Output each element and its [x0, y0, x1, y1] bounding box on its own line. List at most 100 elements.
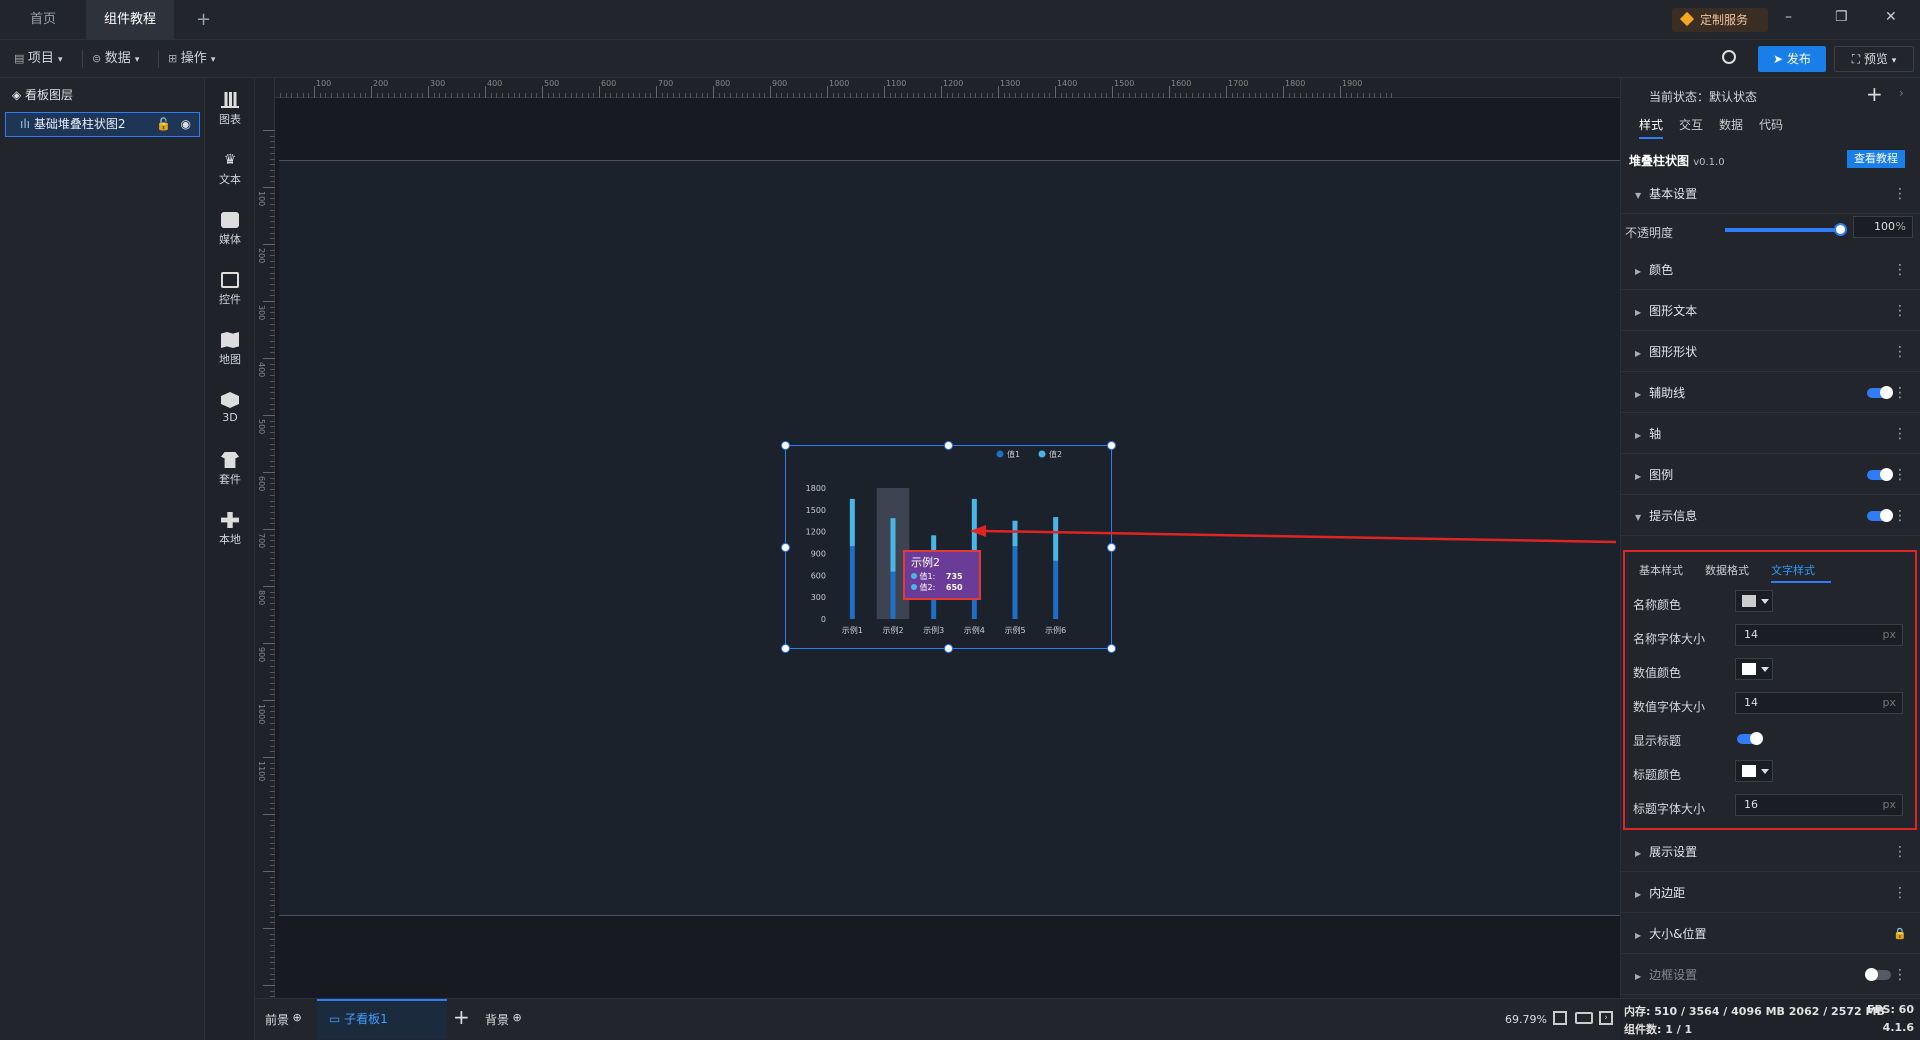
editor-canvas[interactable]: 100 200 300 400 500 600 700 800 900 1000 1100 1200 1… [255, 78, 1620, 998]
custom-service-button[interactable]: 定制服务 [1672, 8, 1768, 32]
ruler-minor-tick [838, 93, 840, 98]
add-circle-icon[interactable]: ⊕ [289, 1011, 302, 1024]
title-font-size-input[interactable]: 16 px [1735, 794, 1903, 816]
more-icon[interactable]: ⋮ [1893, 873, 1907, 913]
tab-home[interactable]: 首页 [12, 0, 74, 40]
more-icon[interactable]: ⋮ [1893, 373, 1907, 413]
more-icon[interactable]: ⋮ [1893, 455, 1907, 495]
tab-code[interactable]: 代码 [1759, 116, 1783, 133]
fit-screen-icon[interactable] [1553, 1011, 1567, 1025]
more-icon[interactable]: ⋮ [1893, 496, 1907, 536]
add-circle-icon[interactable]: ⊕ [509, 1011, 522, 1024]
search-icon[interactable] [1722, 50, 1736, 64]
tool-media[interactable]: 媒体 [205, 212, 255, 247]
zoom-level[interactable]: 69.79% [1505, 1013, 1547, 1026]
ruler-minor-tick [1163, 93, 1165, 98]
tab-style[interactable]: 样式 [1639, 116, 1664, 139]
value-color-picker[interactable] [1735, 658, 1773, 680]
tab-tutorial[interactable]: 组件教程 [86, 0, 174, 64]
eye-icon[interactable]: ◉ [181, 113, 191, 136]
section-shape[interactable]: ▶ 图形形状 ⋮ [1621, 332, 1920, 372]
control-icon [221, 272, 239, 288]
legend-toggle[interactable] [1867, 468, 1893, 481]
value-font-size-input[interactable]: 14 px [1735, 692, 1903, 714]
keyboard-icon[interactable] [1575, 1012, 1593, 1024]
resize-handle[interactable] [944, 441, 953, 450]
more-icon[interactable]: ⋮ [1893, 250, 1907, 290]
more-icon[interactable]: ⋮ [1893, 332, 1907, 372]
layer-item[interactable]: ılı 基础堆叠柱状图2 🔓 ◉ [5, 112, 200, 137]
subtab-text-style[interactable]: 文字样式 [1771, 562, 1831, 583]
tool-control[interactable]: 控件 [205, 272, 255, 307]
more-icon[interactable]: ⋮ [1893, 174, 1907, 214]
tab-data[interactable]: 数据 [1719, 116, 1743, 133]
terminal-icon[interactable]: › [1599, 1011, 1613, 1025]
resize-handle[interactable] [781, 644, 790, 653]
ruler-minor-tick [1362, 93, 1364, 98]
foreground-tab[interactable]: 前景 ⊕ [265, 1011, 302, 1028]
ruler-minor-tick [1157, 93, 1159, 98]
more-icon[interactable]: ⋮ [1893, 955, 1907, 995]
resize-handle[interactable] [781, 543, 790, 552]
name-font-size-input[interactable]: 14 px [1735, 624, 1903, 646]
close-icon[interactable]: ✕ [1885, 9, 1897, 25]
section-legend[interactable]: ▶ 图例 ⋮ [1621, 455, 1920, 495]
resize-handle[interactable] [1107, 441, 1116, 450]
more-icon[interactable]: ⋮ [1893, 832, 1907, 872]
resize-handle[interactable] [944, 644, 953, 653]
subtab-data-format[interactable]: 数据格式 [1705, 562, 1749, 578]
tool-suite[interactable]: 套件 [205, 452, 255, 487]
tooltip-toggle[interactable] [1867, 509, 1893, 522]
tool-text[interactable]: ♛ 文本 [205, 152, 255, 187]
ruler-tick [263, 871, 275, 872]
chevron-right-icon[interactable]: › [1899, 86, 1904, 100]
preview-button[interactable]: ⛶ 预览 ▾ [1834, 46, 1914, 72]
section-display[interactable]: ▶ 展示设置 ⋮ [1621, 832, 1920, 872]
section-shape-text[interactable]: ▶ 图形文本 ⋮ [1621, 291, 1920, 331]
publish-button[interactable]: ➤ 发布 [1758, 46, 1826, 72]
section-tooltip[interactable]: ▼ 提示信息 ⋮ [1621, 496, 1920, 536]
subtab-basic-style[interactable]: 基本样式 [1639, 562, 1683, 578]
tool-3d[interactable]: 3D [205, 392, 255, 424]
subboard-tab[interactable]: ▭ 子看板1 [317, 999, 447, 1039]
restore-icon[interactable]: ❐ [1835, 9, 1848, 25]
section-size-position[interactable]: ▶ 大小&位置 🔒 [1621, 914, 1920, 954]
tool-map[interactable]: 地图 [205, 332, 255, 367]
border-toggle[interactable] [1865, 968, 1891, 981]
tool-local[interactable]: 本地 [205, 512, 255, 547]
background-tab[interactable]: 背景 ⊕ [485, 1011, 522, 1028]
title-color-picker[interactable] [1735, 760, 1773, 782]
show-title-toggle[interactable] [1737, 732, 1763, 745]
guideline-toggle[interactable] [1867, 386, 1893, 399]
opacity-input[interactable]: 100% [1853, 216, 1913, 238]
menu-project[interactable]: ▤ 项目 ▾ [14, 40, 63, 78]
opacity-slider[interactable] [1725, 223, 1847, 236]
resize-handle[interactable] [1107, 644, 1116, 653]
section-border[interactable]: ▶ 边框设置 ⋮ [1621, 955, 1920, 995]
section-color[interactable]: ▶ 颜色 ⋮ [1621, 250, 1920, 290]
view-tutorial-button[interactable]: 查看教程 [1847, 150, 1905, 168]
lock-icon[interactable]: 🔒 [1893, 914, 1907, 954]
menu-operate[interactable]: ⊞ 操作 ▾ [168, 40, 215, 78]
section-axis[interactable]: ▶ 轴 ⋮ [1621, 414, 1920, 454]
menu-data[interactable]: ⊜ 数据 ▾ [92, 40, 139, 78]
resize-handle[interactable] [781, 441, 790, 450]
new-tab-button[interactable]: + [178, 0, 229, 40]
section-padding[interactable]: ▶ 内边距 ⋮ [1621, 873, 1920, 913]
name-color-picker[interactable] [1735, 590, 1773, 612]
section-basic[interactable]: ▼ 基本设置 ⋮ [1621, 174, 1920, 214]
tool-chart[interactable]: 图表 [205, 92, 255, 127]
tab-interaction[interactable]: 交互 [1679, 116, 1703, 133]
unlock-icon[interactable]: 🔓 [156, 113, 171, 136]
opacity-slider-knob[interactable] [1834, 223, 1847, 236]
section-guideline[interactable]: ▶ 辅助线 ⋮ [1621, 373, 1920, 413]
section-label: 大小&位置 [1649, 927, 1707, 941]
more-icon[interactable]: ⋮ [1893, 291, 1907, 331]
ruler-tick [263, 814, 275, 815]
add-state-icon[interactable]: + [1866, 82, 1883, 106]
ruler-minor-tick [707, 93, 709, 98]
add-board-button[interactable]: + [453, 1005, 470, 1029]
minimize-icon[interactable]: – [1785, 9, 1792, 25]
ruler-label: 200 [373, 79, 389, 88]
more-icon[interactable]: ⋮ [1893, 414, 1907, 454]
